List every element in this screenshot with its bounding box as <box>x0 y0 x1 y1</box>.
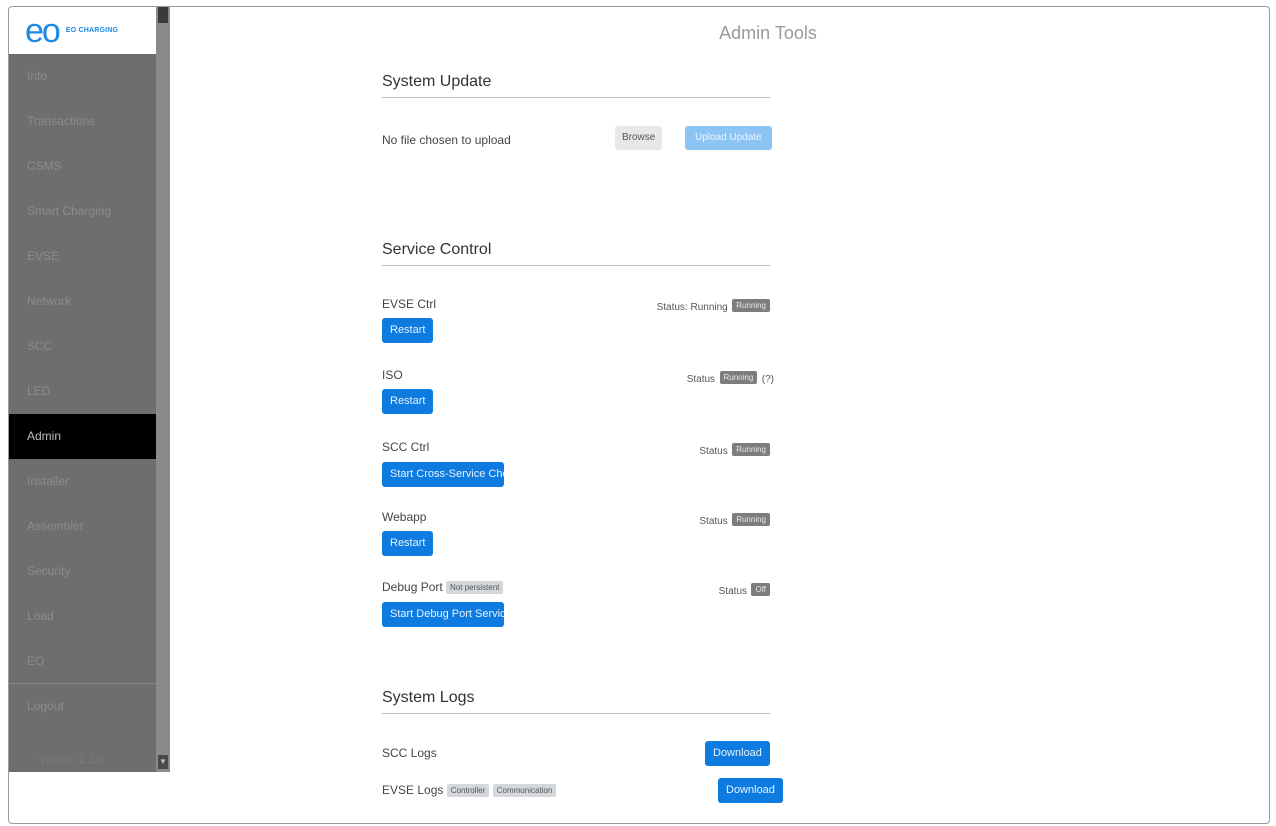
section-title-service-control: Service Control <box>382 241 770 266</box>
sidebar-item-info[interactable]: Info <box>9 54 156 99</box>
sidebar-item-network[interactable]: Network <box>9 279 156 324</box>
not-persistent-badge: Not persistent <box>446 581 504 595</box>
sidebar-item-admin[interactable]: Admin <box>9 414 156 459</box>
status-label: Status <box>686 374 716 385</box>
page-title: Admin Tools <box>719 23 817 43</box>
service-name-webapp: Webapp <box>382 510 427 524</box>
version-label: Version 2.1.0 <box>39 754 104 766</box>
controller-tag: Controller <box>446 784 490 798</box>
logout-link[interactable]: Logout <box>9 684 156 729</box>
section-title-system-logs: System Logs <box>382 689 770 714</box>
sidebar: eo EO CHARGING Info Transactions CSMS Sm… <box>9 7 156 772</box>
sidebar-scrollbar[interactable]: ▼ <box>156 7 170 772</box>
debug-port-action-button[interactable]: Start Debug Port Service <box>382 602 504 627</box>
status-badge: Off <box>751 583 770 597</box>
sidebar-item-transactions[interactable]: Transactions <box>9 99 156 144</box>
status-label: Status: Running <box>656 302 728 313</box>
restart-webapp-button[interactable]: Restart <box>382 531 434 556</box>
service-status-debug-port: Status Off <box>633 581 770 599</box>
status-badge: Running <box>732 443 770 457</box>
log-label-evse: EVSE Logs <box>382 783 444 797</box>
sidebar-item-evse[interactable]: EVSE <box>9 234 156 279</box>
sidebar-item-security[interactable]: Security <box>9 549 156 594</box>
sidebar-item-eo[interactable]: EO <box>9 639 156 684</box>
status-badge: Running <box>719 371 758 385</box>
sidebar-item-scc[interactable]: SCC <box>9 324 156 369</box>
service-status-webapp: Status Running <box>633 511 770 529</box>
sidebar-item-load[interactable]: Load <box>9 594 156 639</box>
restart-evse-ctrl-button[interactable]: Restart <box>382 318 434 343</box>
service-name-scc-ctrl: SCC Ctrl <box>382 440 430 454</box>
service-status-evse-ctrl: Status: Running Running <box>633 297 770 315</box>
system-update-section: System Update <box>382 73 770 98</box>
section-title-system-update: System Update <box>382 73 770 98</box>
log-row-evse: EVSE Logs Controller Communication <box>382 783 557 798</box>
service-name-iso: ISO <box>382 368 403 382</box>
app-window: eo EO CHARGING Info Transactions CSMS Sm… <box>8 6 1270 824</box>
upload-file-label: No file chosen to upload <box>382 133 511 147</box>
status-label: Status <box>718 586 748 597</box>
service-status-iso: Status Running (?) <box>633 369 774 387</box>
service-name-evse-ctrl: EVSE Ctrl <box>382 297 437 311</box>
upload-update-button[interactable]: Upload Update <box>685 126 772 150</box>
sidebar-item-csms[interactable]: CSMS <box>9 144 156 189</box>
scroll-down-icon[interactable]: ▼ <box>158 755 168 769</box>
system-logs-section: System Logs <box>382 689 770 714</box>
sidebar-nav: Info Transactions CSMS Smart Charging EV… <box>9 54 156 684</box>
service-name-debug-port: Debug Port Not persistent <box>382 580 504 595</box>
status-badge: Running <box>732 513 770 527</box>
service-control-section: Service Control <box>382 241 770 266</box>
log-label-scc: SCC Logs <box>382 746 437 760</box>
restart-iso-button[interactable]: Restart <box>382 389 434 414</box>
scrollbar-thumb[interactable] <box>158 7 168 23</box>
sidebar-item-installer[interactable]: Installer <box>9 459 156 504</box>
status-badge: Running <box>732 299 770 313</box>
communication-tag: Communication <box>492 784 557 798</box>
status-label: Status <box>699 516 728 527</box>
download-scc-logs-button[interactable]: Download <box>705 741 770 766</box>
scc-ctrl-action-button[interactable]: Start Cross-Service Check <box>382 462 504 487</box>
logout-container: Logout <box>9 684 156 729</box>
status-label: Status <box>699 446 728 457</box>
debug-port-label: Debug Port <box>382 580 443 594</box>
sidebar-item-smart-charging[interactable]: Smart Charging <box>9 189 156 234</box>
sidebar-item-led[interactable]: LED <box>9 369 156 414</box>
download-evse-logs-button[interactable]: Download <box>718 778 783 803</box>
service-status-scc-ctrl: Status Running <box>633 441 770 459</box>
status-extra: (?) <box>761 374 774 385</box>
browse-button[interactable]: Browse <box>615 126 663 150</box>
sidebar-item-assembler[interactable]: Assembler <box>9 504 156 549</box>
